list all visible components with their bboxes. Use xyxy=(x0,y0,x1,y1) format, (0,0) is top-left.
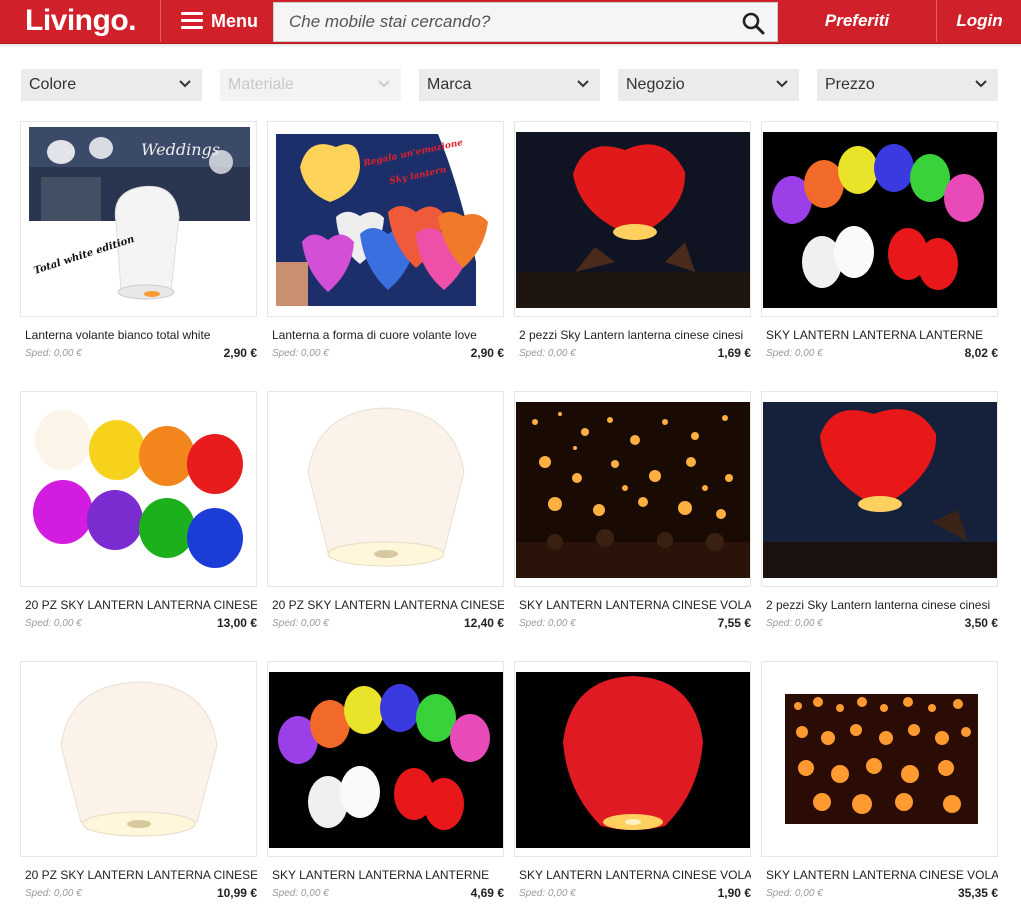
product-price: 7,55 € xyxy=(717,616,751,630)
product-title[interactable]: 2 pezzi Sky Lantern lanterna cinese cine… xyxy=(519,328,751,342)
product-title[interactable]: Lanterna volante bianco total white xyxy=(25,328,257,342)
image-overlay-text: Weddings xyxy=(141,140,220,159)
search-input[interactable] xyxy=(274,3,729,41)
product-image[interactable] xyxy=(267,391,504,587)
filter-prezzo-dropdown[interactable]: Prezzo xyxy=(817,69,998,101)
product-shipping: Sped: 0,00 € xyxy=(272,618,329,629)
product-shipping: Sped: 0,00 € xyxy=(519,618,576,629)
product-price: 1,69 € xyxy=(717,346,751,360)
product-image[interactable] xyxy=(267,661,504,857)
search-icon[interactable] xyxy=(741,11,765,35)
product-title[interactable]: 20 PZ SKY LANTERN LANTERNA CINESE xyxy=(25,598,257,612)
product-title[interactable]: SKY LANTERN LANTERNA LANTERNE xyxy=(272,868,504,882)
product-shipping: Sped: 0,00 € xyxy=(272,348,329,359)
product-image[interactable] xyxy=(20,661,257,857)
product-title[interactable]: SKY LANTERN LANTERNA LANTERNE xyxy=(766,328,998,342)
top-navigation-bar: Livingo. Menu Preferiti Login xyxy=(0,0,1021,44)
favorites-button[interactable]: Preferiti xyxy=(778,0,937,42)
product-shipping: Sped: 0,00 € xyxy=(519,888,576,899)
product-price: 2,90 € xyxy=(470,346,504,360)
filter-label: Materiale xyxy=(228,76,294,93)
search-bar xyxy=(273,2,778,42)
product-image[interactable] xyxy=(514,391,751,587)
product-shipping: Sped: 0,00 € xyxy=(766,348,823,359)
filter-colore-dropdown[interactable]: Colore xyxy=(21,69,202,101)
product-title[interactable]: 2 pezzi Sky Lantern lanterna cinese cine… xyxy=(766,598,998,612)
login-button[interactable]: Login xyxy=(938,0,1021,42)
product-title[interactable]: Lanterna a forma di cuore volante love xyxy=(272,328,504,342)
product-image[interactable]: Regala un'emozione Sky lantern xyxy=(267,121,504,317)
product-title[interactable]: SKY LANTERN LANTERNA CINESE VOLANTE xyxy=(766,868,998,882)
product-shipping: Sped: 0,00 € xyxy=(25,618,82,629)
product-shipping: Sped: 0,00 € xyxy=(519,348,576,359)
filter-label: Colore xyxy=(29,76,77,93)
product-price: 2,90 € xyxy=(223,346,257,360)
chevron-down-icon xyxy=(975,80,987,88)
product-shipping: Sped: 0,00 € xyxy=(25,888,82,899)
hamburger-icon xyxy=(181,12,203,30)
filter-marca-dropdown[interactable]: Marca xyxy=(419,69,600,101)
product-price: 10,99 € xyxy=(216,886,257,900)
filter-materiale-dropdown: Materiale xyxy=(220,69,401,101)
product-price: 12,40 € xyxy=(463,616,504,630)
product-image[interactable] xyxy=(514,121,751,317)
chevron-down-icon xyxy=(577,80,589,88)
product-price: 1,90 € xyxy=(717,886,751,900)
product-image[interactable] xyxy=(514,661,751,857)
menu-label: Menu xyxy=(211,11,258,31)
product-image[interactable] xyxy=(761,391,998,587)
product-shipping: Sped: 0,00 € xyxy=(766,888,823,899)
chevron-down-icon xyxy=(378,80,390,88)
product-image[interactable] xyxy=(20,391,257,587)
filter-negozio-dropdown[interactable]: Negozio xyxy=(618,69,799,101)
product-price: 3,50 € xyxy=(964,616,998,630)
product-price: 35,35 € xyxy=(957,886,998,900)
filter-label: Prezzo xyxy=(825,76,875,93)
product-image[interactable] xyxy=(761,661,998,857)
product-shipping: Sped: 0,00 € xyxy=(766,618,823,629)
menu-button[interactable]: Menu xyxy=(161,0,273,42)
product-title[interactable]: SKY LANTERN LANTERNA CINESE VOLANTE xyxy=(519,598,751,612)
header-shadow xyxy=(0,44,1021,48)
product-title[interactable]: SKY LANTERN LANTERNA CINESE VOLANTE xyxy=(519,868,751,882)
product-image[interactable]: Weddings Total white edition xyxy=(20,121,257,317)
product-shipping: Sped: 0,00 € xyxy=(25,348,82,359)
product-image[interactable] xyxy=(761,121,998,317)
chevron-down-icon xyxy=(179,80,191,88)
product-title[interactable]: 20 PZ SKY LANTERN LANTERNA CINESE xyxy=(272,598,504,612)
product-price: 13,00 € xyxy=(216,616,257,630)
filter-label: Marca xyxy=(427,76,472,93)
product-price: 8,02 € xyxy=(964,346,998,360)
product-title[interactable]: 20 PZ SKY LANTERN LANTERNA CINESE xyxy=(25,868,257,882)
filter-label: Negozio xyxy=(626,76,685,93)
site-logo[interactable]: Livingo. xyxy=(0,0,161,42)
product-shipping: Sped: 0,00 € xyxy=(272,888,329,899)
product-price: 4,69 € xyxy=(470,886,504,900)
chevron-down-icon xyxy=(776,80,788,88)
